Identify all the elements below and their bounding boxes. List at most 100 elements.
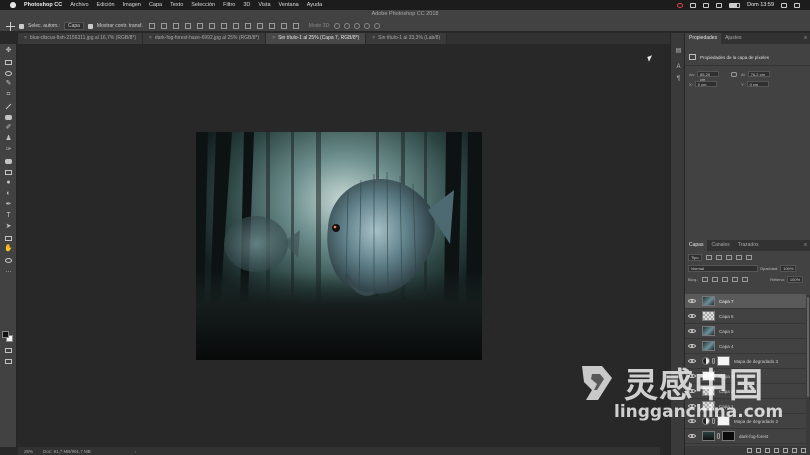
lock-pixels-icon[interactable] <box>712 277 719 282</box>
tab-dark-fog-forest[interactable]: × dark-fog-forest-haze-6992.jpg al 25% (R… <box>143 33 267 44</box>
tab-sin-titulo-active[interactable]: × Sin título-1 al 25% (Capa 7, RGB/8*) <box>266 33 367 44</box>
tab-sin-titulo-lab[interactable]: × Sin título-1 al 33,3% (Lab/8) <box>366 33 448 44</box>
link-layers-icon[interactable] <box>747 448 752 453</box>
layer-mask-thumbnail[interactable] <box>717 356 730 366</box>
link-icon[interactable] <box>731 71 737 77</box>
menu-edicion[interactable]: Edición <box>97 2 115 8</box>
layer-row-capa-2[interactable]: Capa 2 <box>685 384 806 399</box>
align-top-icon[interactable] <box>148 23 155 29</box>
search-icon[interactable] <box>781 2 787 8</box>
hand-tool-icon[interactable]: ✋ <box>4 245 13 253</box>
history-brush-tool-icon[interactable]: ✑ <box>4 146 13 154</box>
layer-row-capa-6[interactable]: Capa 6 <box>685 309 806 324</box>
pen-tool-icon[interactable]: ✒ <box>4 201 13 209</box>
notifications-icon[interactable] <box>794 2 800 8</box>
close-icon[interactable]: × <box>24 35 27 41</box>
eyedropper-tool-icon[interactable] <box>4 102 13 110</box>
blend-mode-dropdown[interactable]: Normal <box>688 265 758 272</box>
align-left-icon[interactable] <box>184 23 191 29</box>
lock-all-icon[interactable] <box>742 277 749 282</box>
layer-row-mapa-degradado-3[interactable]: Mapa de degradado 3 <box>685 354 806 369</box>
quick-select-tool-icon[interactable]: ✎ <box>4 80 13 88</box>
panel-menu-icon[interactable]: ≡ <box>804 33 807 44</box>
lock-transparent-icon[interactable] <box>702 277 709 282</box>
apple-menu-icon[interactable] <box>10 2 16 8</box>
menu-ayuda[interactable]: Ayuda <box>307 2 323 8</box>
history-panel-icon[interactable]: ▤ <box>674 47 683 55</box>
layer-mask-thumbnail[interactable] <box>722 431 735 441</box>
layer-row-capa-1[interactable]: Capa 1 <box>685 399 806 414</box>
marquee-tool-icon[interactable] <box>4 58 13 66</box>
layer-row-capa-7[interactable]: Capa 7 <box>685 294 806 309</box>
x-input[interactable]: 0 cm <box>694 81 717 87</box>
auto-align-icon[interactable] <box>292 23 299 29</box>
visibility-eye-icon[interactable] <box>688 404 696 408</box>
panel-menu-icon[interactable]: ≡ <box>804 240 807 251</box>
visibility-eye-icon[interactable] <box>688 419 696 423</box>
filter-pixel-icon[interactable] <box>705 255 712 260</box>
zoom-tool-icon[interactable] <box>4 256 13 264</box>
trash-icon[interactable] <box>801 448 806 453</box>
doc-size[interactable]: Doc: 91,7 MB/991,7 MB <box>43 449 91 454</box>
wifi-icon[interactable] <box>716 2 723 8</box>
layers-scrollbar[interactable] <box>806 295 810 446</box>
visibility-eye-icon[interactable] <box>688 434 696 438</box>
layer-filter-dropdown[interactable]: Tipo <box>688 254 702 261</box>
lasso-tool-icon[interactable] <box>4 69 13 77</box>
filter-shape-icon[interactable] <box>735 255 742 260</box>
width-input[interactable]: 85,29 cm <box>697 71 720 82</box>
type-tool-icon[interactable]: T <box>4 212 13 220</box>
layer-row-mapa-degradado-2[interactable]: Mapa de degradado 2 <box>685 414 806 429</box>
gradient-tool-icon[interactable] <box>4 168 13 176</box>
screen-mode-icon[interactable] <box>4 357 13 365</box>
filter-smart-icon[interactable] <box>745 255 752 260</box>
filter-adjustment-icon[interactable] <box>715 255 722 260</box>
3d-pan-icon[interactable] <box>354 23 361 29</box>
fill-input[interactable]: 100% <box>786 276 804 283</box>
eraser-tool-icon[interactable] <box>4 157 13 165</box>
menu-filtro[interactable]: Filtro <box>223 2 235 8</box>
app-menu[interactable]: Photoshop CC <box>24 2 62 8</box>
3d-scale-icon[interactable] <box>374 23 381 29</box>
align-bottom-icon[interactable] <box>172 23 179 29</box>
battery-icon[interactable] <box>729 2 741 8</box>
tab-trazados[interactable]: Trazados <box>734 240 763 251</box>
y-input[interactable]: 0 cm <box>746 81 769 87</box>
add-mask-icon[interactable] <box>765 448 770 453</box>
layer-row-capa-4[interactable]: Capa 4 <box>685 339 806 354</box>
transform-controls-checkbox[interactable] <box>87 23 93 29</box>
close-icon[interactable]: × <box>272 35 275 41</box>
visibility-eye-icon[interactable] <box>688 329 696 333</box>
clone-stamp-tool-icon[interactable]: ♟ <box>4 135 13 143</box>
distribute-left-icon[interactable] <box>256 23 263 29</box>
move-tool-icon[interactable]: ✥ <box>4 47 13 55</box>
menu-archivo[interactable]: Archivo <box>70 2 88 8</box>
document-canvas[interactable] <box>196 132 482 360</box>
visibility-eye-icon[interactable] <box>688 359 696 363</box>
more-tools-icon[interactable]: … <box>4 267 13 275</box>
menu-imagen[interactable]: Imagen <box>123 2 141 8</box>
align-hcenter-icon[interactable] <box>196 23 203 29</box>
menu-3d[interactable]: 3D <box>243 2 250 8</box>
menu-ventana[interactable]: Ventana <box>279 2 299 8</box>
tab-propiedades[interactable]: Propiedades <box>685 33 722 44</box>
menu-texto[interactable]: Texto <box>170 2 183 8</box>
layer-row-forest[interactable]: dark-fog-forest <box>685 429 806 444</box>
healing-brush-tool-icon[interactable] <box>4 113 13 121</box>
auto-select-dropdown[interactable]: Capa <box>63 22 84 30</box>
close-icon[interactable]: × <box>149 35 152 41</box>
visibility-eye-icon[interactable] <box>688 344 696 348</box>
crop-tool-icon[interactable]: ⌗ <box>4 91 13 99</box>
tab-canales[interactable]: Canales <box>707 240 733 251</box>
new-group-icon[interactable] <box>783 448 788 453</box>
visibility-eye-icon[interactable] <box>688 389 696 393</box>
menu-vista[interactable]: Vista <box>258 2 270 8</box>
path-select-tool-icon[interactable]: ➤ <box>4 223 13 231</box>
screen-icon[interactable] <box>690 2 697 8</box>
visibility-eye-icon[interactable] <box>688 374 696 378</box>
tab-ajustes[interactable]: Ajustes <box>721 33 745 44</box>
tab-capas[interactable]: Capas <box>685 240 708 251</box>
menubar-clock[interactable]: Dom 13:59 <box>747 2 774 8</box>
lock-artboard-icon[interactable] <box>732 277 739 282</box>
visibility-eye-icon[interactable] <box>688 299 696 303</box>
